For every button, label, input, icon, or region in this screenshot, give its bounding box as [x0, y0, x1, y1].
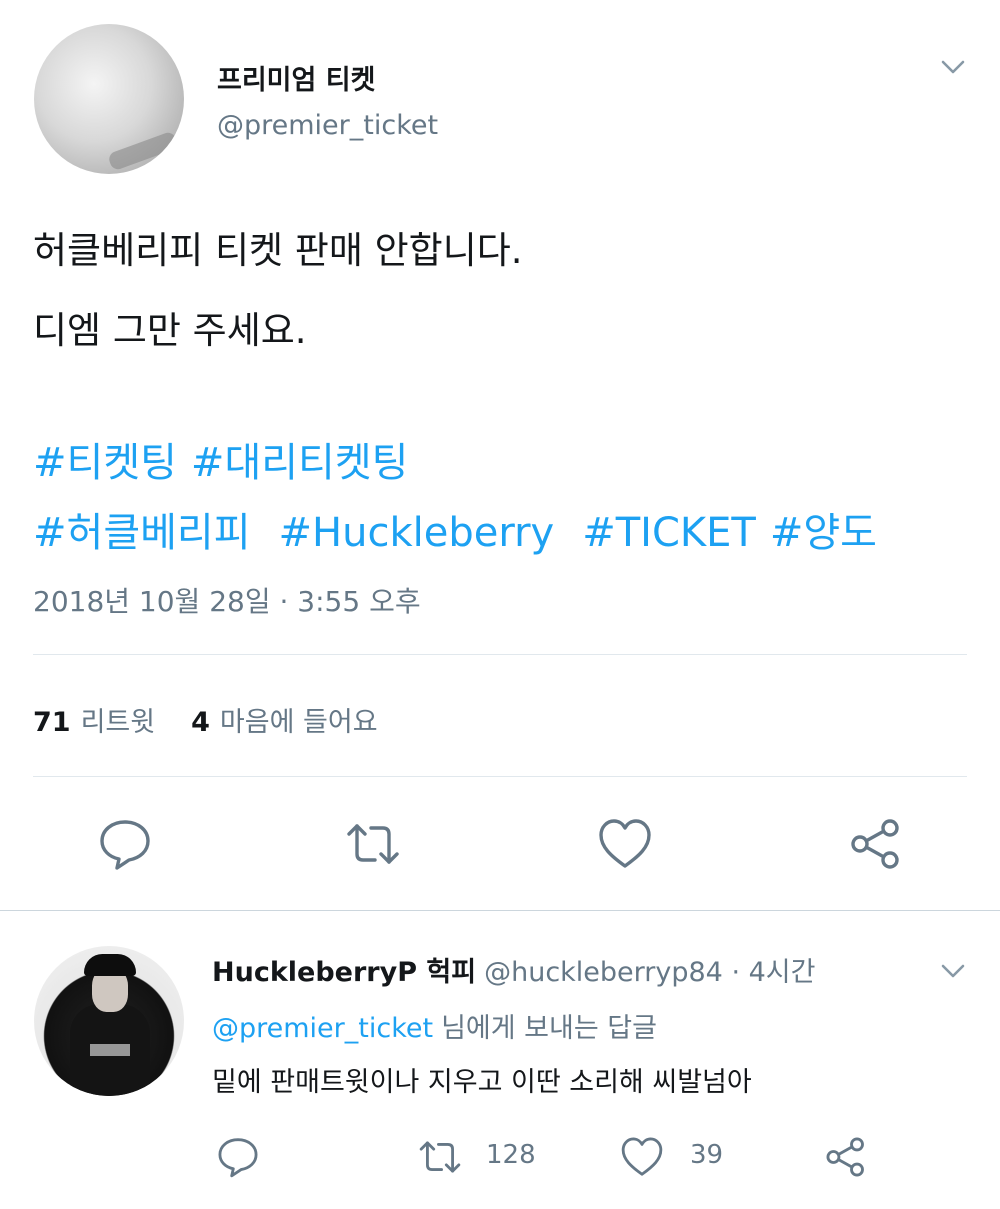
avatar-print [90, 1044, 130, 1056]
divider [33, 776, 967, 777]
reply-icon[interactable] [216, 1135, 260, 1179]
retweet-icon[interactable] [418, 1135, 462, 1179]
like-count[interactable]: 4 [191, 707, 210, 738]
retweet-count[interactable]: 71 [33, 707, 71, 738]
tweet-stats: 71 리트윗 4 마음에 들어요 [33, 700, 414, 739]
tweet-text-line: 허클베리피 티켓 판매 안합니다. [33, 229, 523, 272]
reply-like-count: 39 [690, 1140, 724, 1170]
tweet-text-line: 디엠 그만 주세요. [33, 309, 307, 352]
replying-to: @premier_ticket 님에게 보내는 답글 [212, 1006, 657, 1045]
hashtag-link[interactable]: #TICKET [582, 510, 756, 556]
reply-retweet-count: 128 [486, 1140, 536, 1170]
hashtag-link[interactable]: #티켓팅 [33, 440, 177, 486]
chevron-down-icon[interactable] [940, 54, 966, 80]
hashtag-row: #허클베리피 #Huckleberry #TICKET #양도 [33, 500, 891, 558]
replying-label: 님에게 보내는 답글 [441, 1013, 657, 1044]
retweet-label[interactable]: 리트윗 [81, 707, 156, 738]
chevron-down-icon[interactable] [940, 958, 966, 984]
hashtag-link[interactable]: #허클베리피 [33, 510, 251, 556]
hashtag-link[interactable]: #Huckleberry [279, 510, 555, 556]
hashtag-link[interactable]: #대리티켓팅 [191, 440, 409, 486]
hashtag-link[interactable]: #양도 [770, 510, 877, 556]
share-icon[interactable] [848, 816, 904, 872]
author-display-name[interactable]: 프리미엄 티켓 [217, 58, 375, 97]
reply-time[interactable]: · 4시간 [731, 957, 815, 988]
like-label[interactable]: 마음에 들어요 [220, 707, 378, 738]
share-icon[interactable] [824, 1135, 868, 1179]
hashtag-row: #티켓팅 #대리티켓팅 [33, 430, 422, 488]
reply-author-avatar[interactable] [34, 946, 184, 1096]
author-avatar[interactable] [34, 24, 184, 174]
avatar-cap [84, 954, 136, 976]
heart-icon[interactable] [620, 1135, 664, 1179]
reply-author-name[interactable]: HuckleberryP 헉피 [212, 957, 476, 988]
author-handle[interactable]: @premier_ticket [217, 110, 438, 141]
retweet-icon[interactable] [345, 816, 401, 872]
reply-header: HuckleberryP 헉피 @huckleberryp84 · 4시간 [212, 950, 816, 989]
reply-icon[interactable] [97, 816, 153, 872]
reply-text: 밑에 판매트윗이나 지우고 이딴 소리해 씨발넘아 [212, 1067, 752, 1098]
divider [33, 654, 967, 655]
tweet-timestamp[interactable]: 2018년 10월 28일 · 3:55 오후 [33, 580, 421, 620]
heart-icon[interactable] [597, 816, 653, 872]
replying-mention-link[interactable]: @premier_ticket [212, 1013, 433, 1044]
reply-author-handle[interactable]: @huckleberryp84 [484, 957, 723, 988]
section-divider [0, 910, 1000, 911]
